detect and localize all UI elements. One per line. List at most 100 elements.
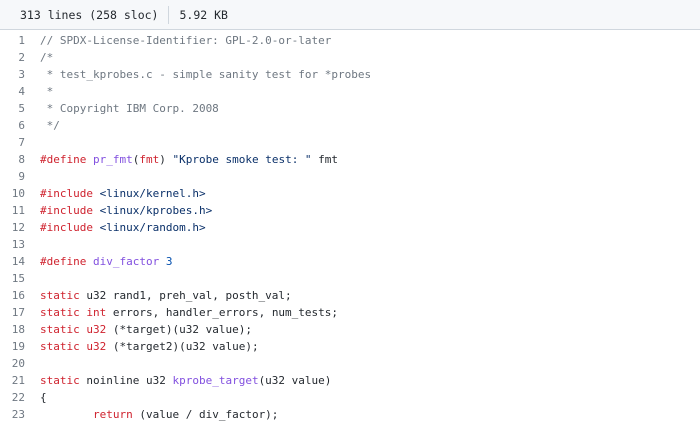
code-token: /* xyxy=(40,51,54,64)
line-source: static u32 (*target2)(u32 value); xyxy=(40,338,700,355)
line-number[interactable]: 19 xyxy=(0,338,40,355)
code-token: pr_fmt xyxy=(92,153,133,166)
line-number[interactable]: 10 xyxy=(0,185,40,202)
line-number[interactable]: 2 xyxy=(0,49,40,66)
file-info-bar: 313 lines (258 sloc) 5.92 KB xyxy=(0,0,700,30)
line-source: #include <linux/random.h> xyxy=(40,219,700,236)
code-token: div_factor xyxy=(92,255,160,268)
code-token: #define xyxy=(40,153,93,166)
line-source: /* xyxy=(40,49,700,66)
line-source: static u32 rand1, preh_val, posth_val; xyxy=(40,287,700,304)
line-count: 313 lines (258 sloc) xyxy=(20,7,159,22)
line-number[interactable]: 5 xyxy=(0,100,40,117)
line-source: return (value / div_factor); xyxy=(40,406,700,423)
line-number[interactable]: 21 xyxy=(0,372,40,389)
line-source: static noinline u32 kprobe_target(u32 va… xyxy=(40,372,700,389)
code-token: fmt xyxy=(139,153,160,166)
line-number[interactable]: 14 xyxy=(0,253,40,270)
code-token: static xyxy=(40,340,80,353)
line-source: * test_kprobes.c - simple sanity test fo… xyxy=(40,66,700,83)
code-token: "Kprobe smoke test: " xyxy=(172,153,312,166)
line-source: { xyxy=(40,389,700,406)
code-token: static xyxy=(40,306,80,319)
line-number[interactable]: 17 xyxy=(0,304,40,321)
code-token: u32 rand1, preh_val, posth_val; xyxy=(79,289,292,302)
code-token: <linux/kernel.h> xyxy=(99,187,206,200)
code-token: ) xyxy=(159,153,173,166)
code-line: 2/* xyxy=(0,49,700,66)
line-number[interactable]: 20 xyxy=(0,355,40,372)
code-token: */ xyxy=(40,119,60,132)
line-number[interactable]: 4 xyxy=(0,83,40,100)
code-line: 22{ xyxy=(0,389,700,406)
code-line: 7 xyxy=(0,134,700,151)
line-source: // SPDX-License-Identifier: GPL-2.0-or-l… xyxy=(40,32,700,49)
code-line: 5 * Copyright IBM Corp. 2008 xyxy=(0,100,700,117)
line-source: */ xyxy=(40,117,700,134)
line-number[interactable]: 18 xyxy=(0,321,40,338)
code-token: u32 xyxy=(86,340,107,353)
line-source: #include <linux/kprobes.h> xyxy=(40,202,700,219)
line-number[interactable]: 6 xyxy=(0,117,40,134)
code-line: 11 #include <linux/kprobes.h> xyxy=(0,202,700,219)
code-line: 20 xyxy=(0,355,700,372)
code-token: (*target)(u32 value); xyxy=(106,323,252,336)
code-token: kprobe_target xyxy=(172,374,259,387)
line-source: #include <linux/kernel.h> xyxy=(40,185,700,202)
code-line: 1// SPDX-License-Identifier: GPL-2.0-or-… xyxy=(0,32,700,49)
line-number[interactable]: 22 xyxy=(0,389,40,406)
code-token: noinline u32 xyxy=(79,374,173,387)
code-token: (u32 value) xyxy=(258,374,332,387)
code-token: static xyxy=(40,323,80,336)
code-token: #include xyxy=(40,187,100,200)
line-source: #define pr_fmt(fmt) "Kprobe smoke test: … xyxy=(40,151,700,168)
code-token: #include xyxy=(40,221,100,234)
line-number[interactable]: 12 xyxy=(0,219,40,236)
line-number[interactable]: 3 xyxy=(0,66,40,83)
line-number[interactable]: 1 xyxy=(0,32,40,49)
code-token: u32 xyxy=(86,323,107,336)
line-number[interactable]: 16 xyxy=(0,287,40,304)
line-source: static int errors, handler_errors, num_t… xyxy=(40,304,700,321)
code-token: (value / div_factor); xyxy=(132,408,279,421)
line-number[interactable]: 7 xyxy=(0,134,40,151)
code-token: return xyxy=(92,408,133,421)
code-line: 19 static u32 (*target2)(u32 value); xyxy=(0,338,700,355)
line-number[interactable]: 23 xyxy=(0,406,40,423)
code-line: 17 static int errors, handler_errors, num… xyxy=(0,304,700,321)
code-line: 21 static noinline u32 kprobe_target(u32 … xyxy=(0,372,700,389)
code-token: <linux/kprobes.h> xyxy=(99,204,213,217)
code-line: 14 #define div_factor 3 xyxy=(0,253,700,270)
code-token: 3 xyxy=(165,255,173,268)
code-line: 10 #include <linux/kernel.h> xyxy=(0,185,700,202)
code-token: static xyxy=(40,374,80,387)
line-source: * Copyright IBM Corp. 2008 xyxy=(40,100,700,117)
line-number[interactable]: 9 xyxy=(0,168,40,185)
file-size: 5.92 KB xyxy=(179,7,228,22)
info-divider xyxy=(168,5,170,24)
code-token: * test_kprobes.c - simple sanity test fo… xyxy=(40,68,372,81)
code-line: 23 return (value / div_factor); xyxy=(0,406,700,423)
code-line: 18 static u32 (*target)(u32 value); xyxy=(0,321,700,338)
line-number[interactable]: 15 xyxy=(0,270,40,287)
code-line: 6 */ xyxy=(0,117,700,134)
code-token: errors, handler_errors, num_tests; xyxy=(106,306,339,319)
line-source: #define div_factor 3 xyxy=(40,253,700,270)
code-token: { xyxy=(40,391,47,404)
line-number[interactable]: 8 xyxy=(0,151,40,168)
code-token: fmt xyxy=(311,153,339,166)
line-number[interactable]: 11 xyxy=(0,202,40,219)
code-token: #include xyxy=(40,204,100,217)
code-token: int xyxy=(86,306,107,319)
code-view: 1// SPDX-License-Identifier: GPL-2.0-or-… xyxy=(0,30,700,423)
line-source: * xyxy=(40,83,700,100)
code-token: <linux/random.h> xyxy=(99,221,206,234)
code-token: #define xyxy=(40,255,93,268)
code-line: 4 * xyxy=(0,83,700,100)
code-line: 8 #define pr_fmt(fmt) "Kprobe smoke test:… xyxy=(0,151,700,168)
line-number[interactable]: 13 xyxy=(0,236,40,253)
code-token: * Copyright IBM Corp. 2008 xyxy=(40,102,219,115)
code-token: static xyxy=(40,289,80,302)
